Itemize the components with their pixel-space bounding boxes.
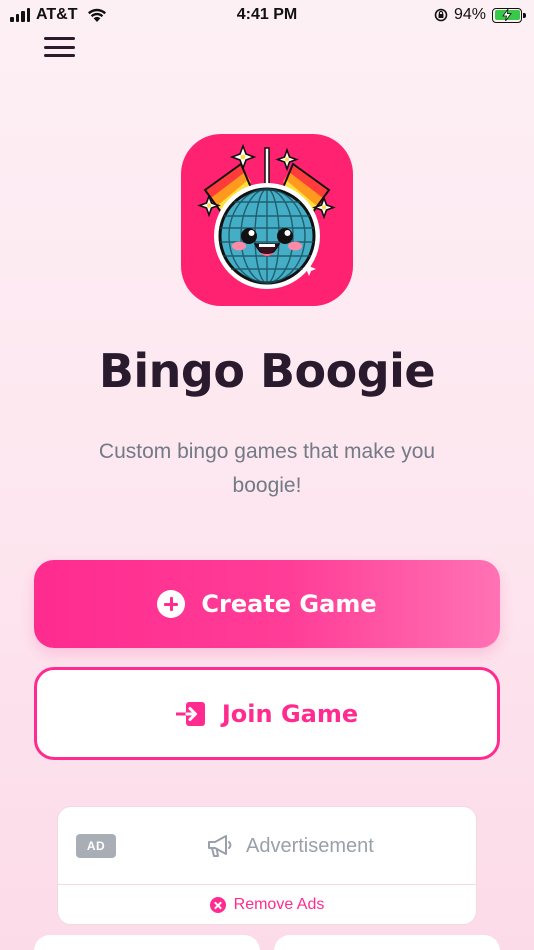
- ad-content[interactable]: AD Advertisement: [58, 807, 476, 885]
- join-game-button[interactable]: Join Game: [34, 667, 500, 760]
- ad-placeholder: Advertisement: [206, 833, 374, 859]
- disco-ball-logo-icon: [181, 134, 353, 306]
- sign-in-icon: [175, 701, 205, 726]
- megaphone-icon: [208, 835, 232, 857]
- app-tagline: Custom bingo games that make you boogie!: [98, 440, 436, 497]
- battery-percent: 94%: [453, 6, 486, 23]
- status-bar: AT&T 4:41 PM 94%: [0, 0, 534, 32]
- create-game-button[interactable]: Create Game: [34, 560, 500, 648]
- remove-ads-label: Remove Ads: [233, 896, 325, 913]
- app-title: Bingo Boogie: [98, 344, 436, 398]
- hamburger-menu-icon[interactable]: [44, 35, 76, 59]
- remove-ads-button[interactable]: Remove Ads: [58, 885, 476, 924]
- bottom-card-right[interactable]: [274, 935, 500, 950]
- plus-circle-icon: [157, 590, 186, 618]
- status-right: 94%: [434, 6, 526, 24]
- ad-banner: AD Advertisement Remove Ads: [57, 806, 477, 925]
- close-circle-icon: [209, 897, 226, 913]
- ad-badge: AD: [76, 834, 116, 858]
- join-game-label: Join Game: [221, 699, 359, 728]
- rotation-lock-icon: [434, 8, 448, 22]
- bottom-card-left[interactable]: [34, 935, 260, 950]
- create-game-label: Create Game: [201, 590, 377, 618]
- ad-label: Advertisement: [246, 834, 374, 857]
- battery-charging-icon: [492, 7, 526, 23]
